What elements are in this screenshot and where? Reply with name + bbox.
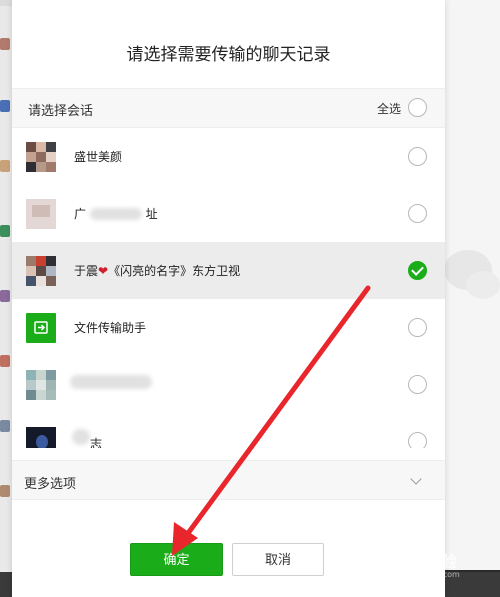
conversation-row[interactable]: 文件传输助手 [12, 299, 445, 356]
conversation-name: 广 址 [74, 207, 158, 221]
group-avatar [26, 256, 56, 286]
conversation-name: 于震❤《闪亮的名字》东方卫视 [74, 264, 241, 278]
contact-avatar [26, 427, 56, 448]
select-conversations-header: 请选择会话 全选 [12, 88, 445, 128]
watermark-url: jingyan.baidu.com [386, 570, 460, 579]
conversation-name: 志 [90, 437, 103, 448]
conversation-checkbox-checked[interactable] [408, 261, 427, 280]
background-avatar [0, 355, 10, 367]
conversation-checkbox[interactable] [408, 432, 427, 448]
group-avatar [26, 142, 56, 172]
group-avatar [26, 370, 56, 400]
redacted-name [72, 429, 90, 445]
conversation-row[interactable]: 广 址 [12, 185, 445, 242]
baidu-watermark: Bai♨经验 jingyan.baidu.com [382, 548, 460, 579]
chevron-down-icon[interactable] [410, 473, 422, 485]
conversation-checkbox[interactable] [408, 147, 427, 166]
confirm-button[interactable]: 确定 [130, 543, 223, 576]
background-avatar [0, 485, 10, 497]
cancel-button[interactable]: 取消 [232, 543, 324, 576]
dialog-title: 请选择需要传输的聊天记录 [126, 45, 331, 65]
conversation-row[interactable]: 盛世美颜 [12, 128, 445, 185]
select-chat-history-dialog: 请选择需要传输的聊天记录 请选择会话 全选 盛世美颜 广 址 于震❤《闪亮的名字… [12, 0, 445, 597]
background-avatar [0, 160, 10, 172]
conversation-checkbox[interactable] [408, 204, 427, 223]
background-avatar [0, 100, 10, 112]
wechat-logo-icon [444, 250, 500, 299]
select-all-checkbox[interactable] [408, 98, 427, 117]
conversation-row-selected[interactable]: 于震❤《闪亮的名字》东方卫视 [12, 242, 445, 299]
conversation-name: 文件传输助手 [74, 321, 147, 335]
conversation-name: 盛世美颜 [74, 150, 123, 164]
more-options-bar[interactable]: 更多选项 [12, 460, 445, 500]
heart-icon: ❤ [98, 264, 109, 278]
conversation-row[interactable]: 志 [12, 413, 445, 448]
conversation-list: 盛世美颜 广 址 于震❤《闪亮的名字》东方卫视 文件传输助手 志 [12, 128, 445, 448]
more-options-label: 更多选项 [24, 477, 77, 492]
select-conversations-label: 请选择会话 [28, 104, 94, 119]
conversation-checkbox[interactable] [408, 375, 427, 394]
group-avatar [26, 199, 56, 229]
background-avatar [0, 420, 10, 432]
watermark-brand: Bai♨经验 [382, 552, 457, 571]
file-transfer-icon [26, 313, 56, 343]
select-all-label[interactable]: 全选 [377, 100, 401, 117]
conversation-row[interactable] [12, 356, 445, 413]
background-avatar [0, 290, 10, 302]
background-avatar [0, 225, 10, 237]
background-avatar [0, 38, 10, 50]
conversation-checkbox[interactable] [408, 318, 427, 337]
redacted-name [70, 375, 152, 389]
